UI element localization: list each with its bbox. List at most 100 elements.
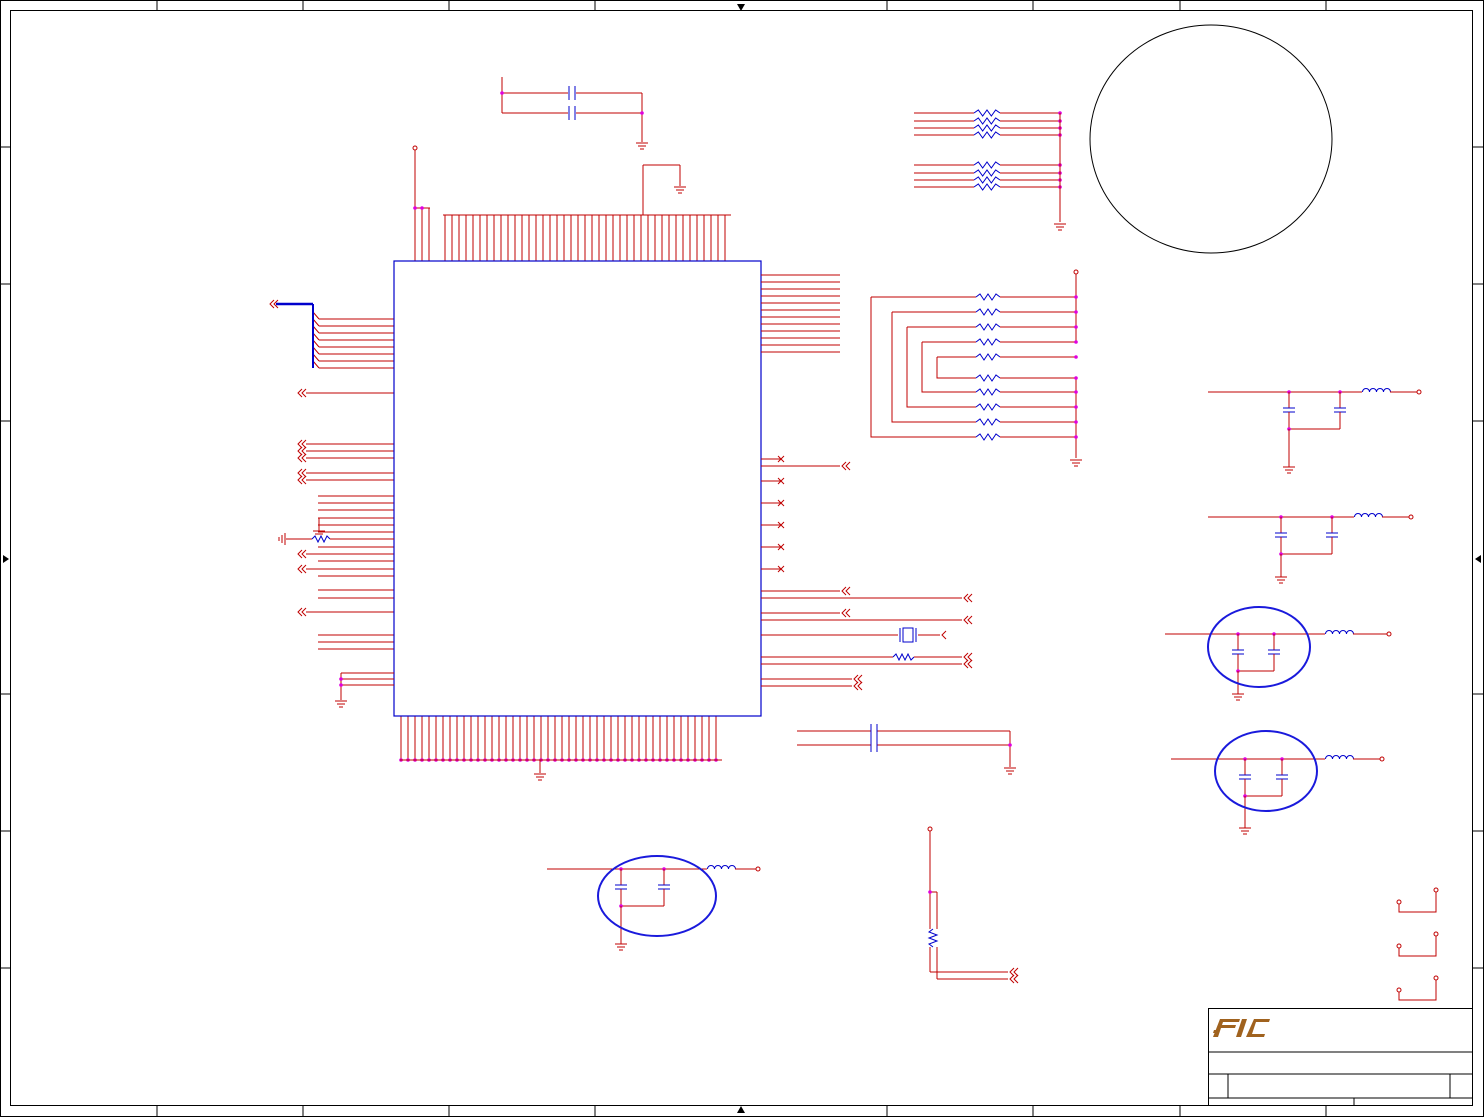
jumper (1396, 931, 1439, 957)
inductor-turn (1346, 755, 1354, 760)
inductor-turn (714, 865, 722, 870)
capacitor (1283, 407, 1295, 413)
inductor-turn (707, 865, 715, 870)
inductor-turn (1346, 630, 1354, 635)
offpage-connector (297, 468, 307, 478)
capacitor (1326, 532, 1338, 538)
jumper (1396, 975, 1439, 1001)
resistor (975, 418, 1001, 426)
mounting-hole-outline (1089, 24, 1333, 254)
junction (1074, 355, 1078, 359)
resistor (973, 124, 1001, 132)
crystal (899, 627, 917, 643)
resistor (973, 109, 1001, 117)
ground-symbol (1275, 576, 1287, 584)
power-filters (547, 388, 1422, 951)
inductor-turn (1383, 388, 1391, 393)
offpage-connector (297, 549, 307, 559)
resistor (975, 338, 1001, 346)
schematic-sheet (0, 0, 1484, 1117)
resistor (973, 117, 1001, 125)
test-jumpers (1396, 887, 1439, 1001)
title-block (1208, 1008, 1473, 1106)
resistor (975, 403, 1001, 411)
left-offpage-connectors (297, 388, 307, 617)
ground-symbol (1054, 223, 1066, 231)
offpage-connector (297, 453, 307, 463)
resistor (975, 433, 1001, 441)
resistor (975, 293, 1001, 301)
capacitor (1268, 649, 1280, 655)
ground-symbol (636, 142, 648, 150)
offpage-connector (297, 388, 307, 398)
right-signals (761, 461, 973, 691)
inductor-turn (1361, 513, 1369, 518)
junction (1074, 310, 1078, 314)
capacitor (1232, 649, 1244, 655)
inductor-turn (1339, 630, 1347, 635)
inductor-turn (1325, 630, 1333, 635)
right-bus-lines (761, 274, 840, 353)
left-ground-tie (335, 672, 394, 708)
inductor-turn (1368, 513, 1376, 518)
no-connect-pins (761, 455, 785, 573)
top-supply-stub (412, 145, 731, 216)
capacitor (1276, 774, 1288, 780)
jumper (1396, 887, 1439, 913)
inductor-turn (1332, 630, 1340, 635)
inductor-turn (728, 865, 736, 870)
ground-symbol (1283, 466, 1295, 474)
junction (1074, 435, 1078, 439)
capacitor (568, 106, 576, 120)
bottom-right-cap (797, 724, 1016, 775)
company-logo (1213, 1019, 1270, 1037)
bottom-ground-bus (400, 759, 722, 781)
resistor (975, 353, 1001, 361)
inductor-turn (1375, 513, 1383, 518)
top-bypass-caps (500, 77, 648, 150)
lc-filter (547, 865, 761, 951)
inductor-turn (1325, 755, 1333, 760)
inductor-turn (1376, 388, 1384, 393)
lc-filter (1171, 755, 1385, 835)
left-bus (269, 299, 314, 368)
offpage-connector (297, 475, 307, 485)
junction (1074, 295, 1078, 299)
capacitor (1239, 774, 1251, 780)
schematic-canvas (0, 0, 1484, 1117)
resistor (975, 308, 1001, 316)
center-mark-left (3, 555, 9, 563)
resistor (973, 169, 1001, 177)
inductor-turn (1354, 513, 1362, 518)
junction (1074, 390, 1078, 394)
ground-symbol (674, 186, 686, 194)
junction (1074, 420, 1078, 424)
center-mark-right (1475, 555, 1481, 563)
offpage-connector (297, 446, 307, 456)
capacitor (568, 86, 576, 100)
resistor (975, 323, 1001, 331)
sheet-border (0, 0, 1484, 1117)
junction (1074, 376, 1078, 380)
lc-filter (1208, 513, 1414, 584)
offpage-connector (297, 439, 307, 449)
junction (1074, 325, 1078, 329)
resistor (973, 183, 1001, 191)
resistor-ladder (870, 269, 1082, 467)
resistor (975, 388, 1001, 396)
center-mark-top (737, 4, 745, 11)
ground-symbol (1070, 459, 1082, 467)
resistor (975, 374, 1001, 382)
ground-symbol (615, 943, 627, 951)
resistor (973, 176, 1001, 184)
capacitor (658, 884, 670, 890)
offpage-connector (297, 564, 307, 574)
ground-symbol (1232, 693, 1244, 701)
junction (1074, 405, 1078, 409)
capacitor (1275, 532, 1287, 538)
inductor-turn (1332, 755, 1340, 760)
resistor-network-top (914, 109, 1066, 231)
bottom-pullup-resistor (927, 826, 1019, 984)
inductor-turn (1339, 755, 1347, 760)
junction (1074, 340, 1078, 344)
